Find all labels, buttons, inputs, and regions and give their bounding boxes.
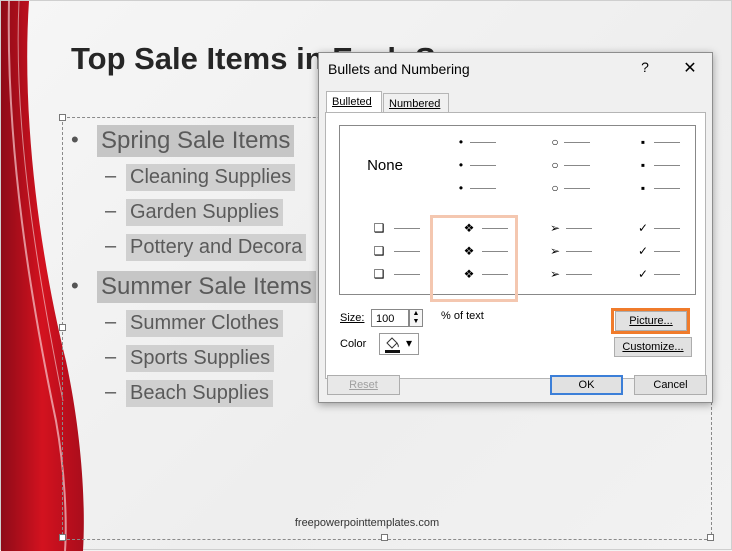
list-item-label: Garden Supplies (126, 199, 283, 226)
check-bullet-icon: ✓ (637, 244, 649, 258)
chevron-down-icon: ▾ (406, 336, 413, 350)
tab-bulleted[interactable]: Bulleted (326, 91, 382, 113)
bullet-marker: – (105, 346, 117, 368)
selected-style-highlight (430, 215, 518, 302)
check-bullet-icon: ✓ (637, 267, 649, 281)
reset-button: Reset (327, 375, 400, 395)
bullet-marker: – (105, 165, 117, 187)
filled-square-bullet-icon: ▪ (640, 181, 646, 195)
tab-label: Bulleted (332, 96, 372, 108)
bullet-style-hollow-square[interactable]: ❑ ❑ ❑ (342, 216, 428, 291)
bullet-style-check[interactable]: ✓ ✓ ✓ (606, 216, 692, 291)
bullet-marker: • (71, 273, 79, 298)
list-item-label: Sports Supplies (126, 345, 275, 372)
arrow-bullet-icon: ➢ (549, 244, 561, 258)
bullet-marker: – (105, 235, 117, 257)
paint-bucket-icon (385, 337, 400, 353)
list-item-label: Cleaning Supplies (126, 164, 296, 191)
tab-numbered[interactable]: Numbered (383, 93, 449, 113)
close-icon[interactable]: ✕ (681, 58, 699, 78)
bullet-style-grid: None • • • ○ ○ ○ ▪ ▪ ▪ ❑ ❑ ❑ ❖ ❖ ❖ ➢ ➢ ➢… (339, 125, 696, 302)
spin-up-icon[interactable]: ▲ (410, 310, 422, 318)
spin-down-icon[interactable]: ▼ (410, 318, 422, 326)
size-suffix-label: % of text (441, 310, 484, 322)
resize-handle[interactable] (381, 534, 388, 541)
resize-handle[interactable] (59, 324, 66, 331)
arrow-bullet-icon: ➢ (549, 267, 561, 281)
bullet-marker: – (105, 381, 117, 403)
resize-handle[interactable] (59, 114, 66, 121)
bullet-style-none[interactable]: None (342, 130, 428, 205)
bullet-marker: – (105, 200, 117, 222)
size-input[interactable]: 100 (371, 309, 409, 327)
hollow-round-bullet-icon: ○ (551, 181, 559, 195)
none-label: None (367, 157, 403, 174)
list-item-label: Pottery and Decora (126, 234, 307, 261)
filled-round-bullet-icon: • (458, 181, 464, 195)
slide-footer: freepowerpointtemplates.com (294, 517, 440, 529)
list-item-label: Beach Supplies (126, 380, 273, 407)
picture-button-highlight (611, 308, 690, 334)
list-item-label: Summer Sale Items (97, 271, 316, 303)
cancel-button[interactable]: Cancel (634, 375, 707, 395)
filled-square-bullet-icon: ▪ (640, 158, 646, 172)
resize-handle[interactable] (707, 534, 714, 541)
bullet-style-filled-square[interactable]: ▪ ▪ ▪ (606, 130, 692, 205)
list-item-label: Summer Clothes (126, 310, 283, 337)
help-icon[interactable]: ? (637, 59, 653, 75)
hollow-square-bullet-icon: ❑ (373, 221, 385, 235)
list-item-label: Spring Sale Items (97, 125, 295, 157)
size-label: Size: (340, 312, 365, 324)
filled-round-bullet-icon: • (458, 135, 464, 149)
ok-button[interactable]: OK (550, 375, 623, 395)
hollow-round-bullet-icon: ○ (551, 158, 559, 172)
tab-label: Numbered (389, 98, 441, 110)
bullet-style-filled-round[interactable]: • • • (430, 130, 516, 205)
dialog-title: Bullets and Numbering (328, 61, 470, 77)
bullets-numbering-dialog: Bullets and Numbering ? ✕ Bulleted Numbe… (318, 52, 713, 403)
bullet-marker: • (71, 127, 79, 152)
resize-handle[interactable] (59, 534, 66, 541)
bullet-style-arrow[interactable]: ➢ ➢ ➢ (518, 216, 604, 291)
check-bullet-icon: ✓ (637, 221, 649, 235)
customize-button[interactable]: Customize... (614, 337, 692, 357)
color-label: Color (340, 338, 367, 350)
color-picker-button[interactable]: ▾ (379, 333, 419, 355)
arrow-bullet-icon: ➢ (549, 221, 561, 235)
hollow-square-bullet-icon: ❑ (373, 244, 385, 258)
bullet-style-hollow-round[interactable]: ○ ○ ○ (518, 130, 604, 205)
filled-square-bullet-icon: ▪ (640, 135, 646, 149)
size-stepper[interactable]: ▲ ▼ (409, 309, 423, 327)
bullet-marker: – (105, 311, 117, 333)
hollow-round-bullet-icon: ○ (551, 135, 559, 149)
filled-round-bullet-icon: • (458, 158, 464, 172)
hollow-square-bullet-icon: ❑ (373, 267, 385, 281)
